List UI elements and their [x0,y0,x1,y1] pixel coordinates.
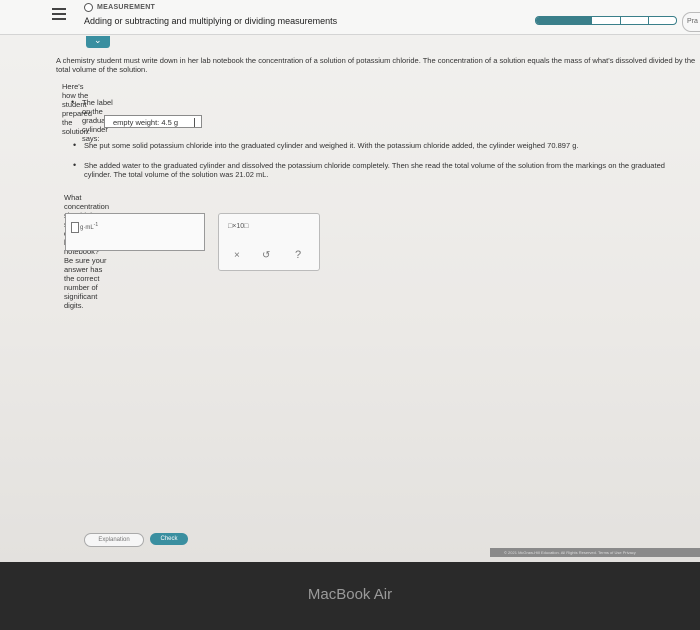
bullet-weigh: • She put some solid potassium chloride … [73,141,684,151]
topic-row: MEASUREMENT [84,3,155,12]
answer-input-area[interactable]: g·mL-1 [65,213,205,251]
bullet-dissolve: • She added water to the graduated cylin… [73,161,684,180]
bullet-dot-icon: • [71,97,75,107]
explanation-button[interactable]: Explanation [84,533,144,547]
clear-button[interactable]: × [234,250,240,261]
text-cursor [194,118,195,127]
progress-segment-2 [564,17,593,24]
math-tools-panel: □×10□ × ↺ ? [218,213,320,271]
progress-segment-3 [592,17,621,24]
progress-bar [535,16,677,25]
question-text: What concentration should the student wr… [64,193,110,310]
answer-unit: g·mL-1 [80,222,98,231]
page-title: Adding or subtracting and multiplying or… [84,16,338,26]
check-button[interactable]: Check [150,533,188,545]
cylinder-label-text: empty weight: 4.5 g [113,118,179,127]
menu-icon[interactable] [52,8,66,22]
cylinder-label: empty weight: 4.5 g [104,115,202,128]
device-brand: MacBook Air [307,586,393,603]
practice-tab[interactable]: Pra [682,12,700,32]
chevron-down-icon: ⌄ [94,35,102,45]
unit-exponent: -1 [93,222,99,228]
browser-screen: MEASUREMENT Adding or subtracting and mu… [0,0,700,562]
collapse-button[interactable]: ⌄ [86,35,110,48]
progress-segment-5 [649,17,676,24]
topic-label: MEASUREMENT [97,4,156,11]
progress-segment-1 [536,17,565,24]
top-bar: MEASUREMENT Adding or subtracting and mu… [0,0,700,35]
undo-button[interactable]: ↺ [262,250,270,261]
progress-segment-4 [621,17,649,24]
bullet-3-text: She added water to the graduated cylinde… [84,161,665,179]
copyright-bar: © 2021 McGraw-Hill Education. All Rights… [490,548,700,557]
bullet-dot-icon: • [73,140,77,150]
problem-intro: A chemistry student must write down in h… [56,56,696,74]
help-button[interactable]: ? [295,249,301,261]
footer-buttons: Explanation Check [84,533,188,547]
bullet-dot-icon: • [73,160,77,170]
topic-status-icon [84,3,93,12]
bullet-2-text: She put some solid potassium chloride in… [84,141,579,150]
sci-notation-button[interactable]: □×10□ [228,223,248,230]
unit-text: g·mL [80,225,94,231]
answer-input[interactable] [71,222,79,233]
